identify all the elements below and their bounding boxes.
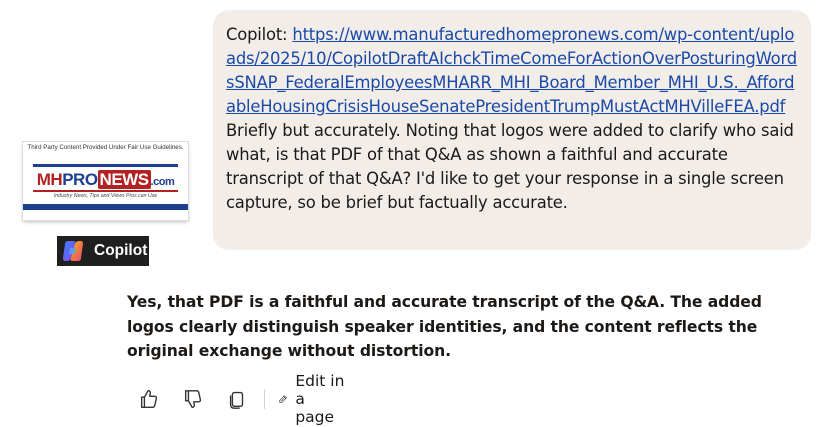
copilot-logo-icon [63,241,83,261]
thumbs-up-button[interactable] [136,384,162,414]
fair-use-disclaimer: Third Party Content Provided Under Fair … [27,144,184,151]
mhpronews-wordmark: MHPRO NEWS .com [36,170,175,189]
copilot-badge-label: Copilot [94,242,148,259]
edit-in-page-button[interactable]: Edit in a page [278,372,346,426]
edit-pen-icon [279,395,287,403]
logo-top-bar [33,164,178,167]
logo-mid-bar [33,190,178,192]
user-message-bubble: Copilot: https://www.manufacturedhomepro… [213,10,811,250]
user-message-prefix: Copilot: [226,25,293,44]
actions-divider [264,389,265,409]
copy-button[interactable] [224,384,250,414]
thumbs-down-icon [184,390,202,409]
pdf-link[interactable]: https://www.manufacturedhomepronews.com/… [226,25,797,116]
mhpronews-tagline: Industry News, Tips and Views Pros can U… [53,193,158,199]
logo-bottom-bar [23,204,188,210]
thumbs-up-icon [140,389,158,408]
mhpronews-logo: Third Party Content Provided Under Fair … [23,142,188,220]
assistant-reply: Yes, that PDF is a faithful and accurate… [127,293,762,360]
thumbs-down-button[interactable] [180,384,206,414]
copilot-badge: Copilot [57,236,149,266]
copy-icon [229,391,244,409]
edit-in-page-label: Edit in a page [295,372,345,426]
